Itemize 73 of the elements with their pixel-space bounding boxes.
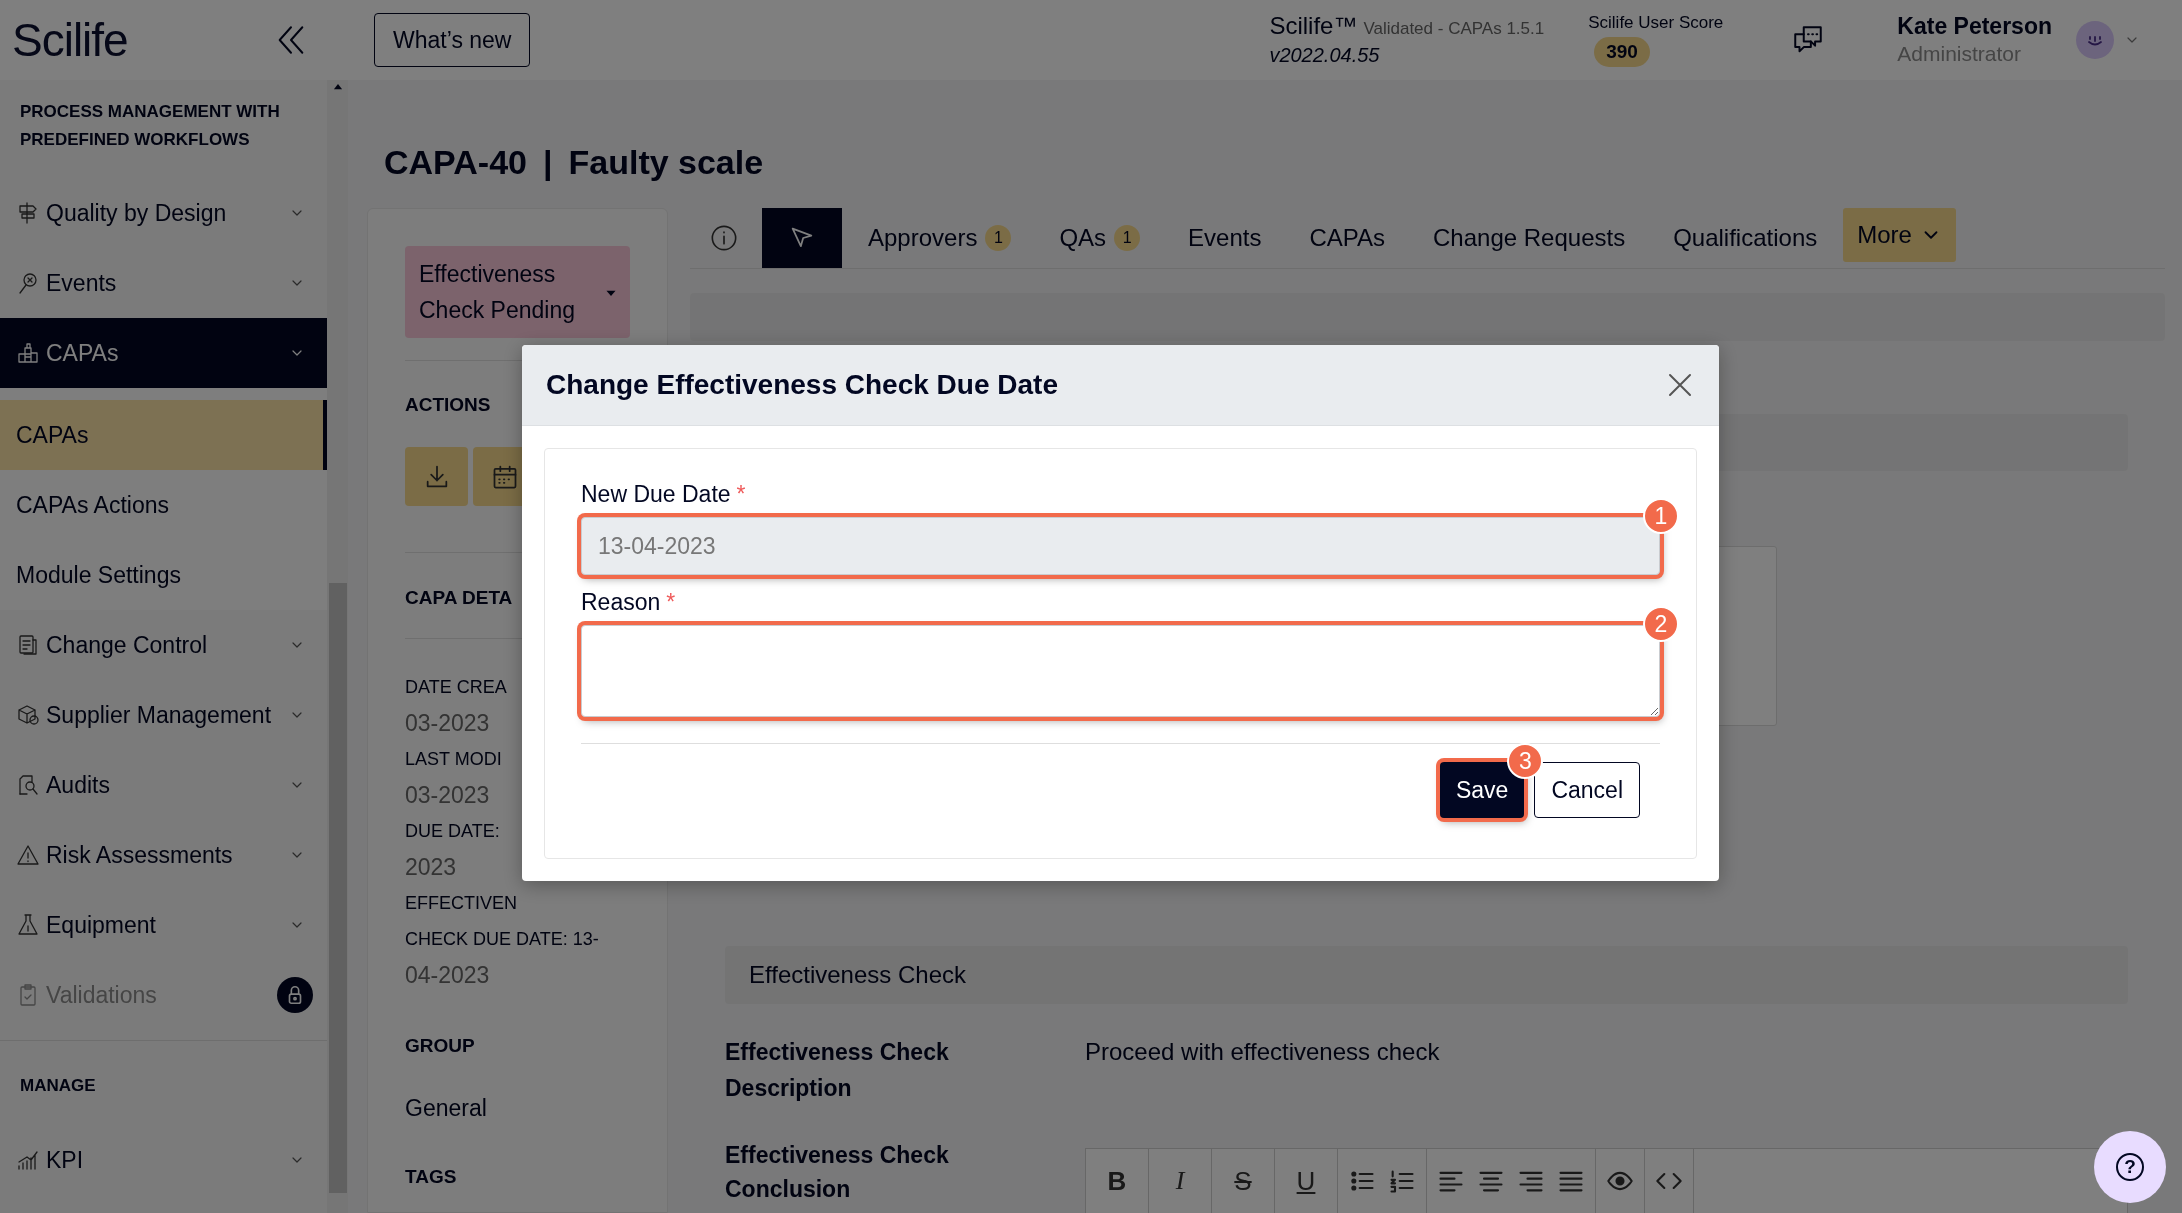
sidebar-item[interactable]: Risk Assessments <box>0 820 327 890</box>
section-header: Effectiveness Check <box>725 946 2128 1004</box>
score-badge: 390 <box>1594 37 1650 67</box>
version-label: v2022.04.55 <box>1269 42 1381 68</box>
warning-icon <box>16 843 40 867</box>
product-name: Scilife™ <box>1269 12 1358 39</box>
clipboard-icon <box>16 633 40 657</box>
puzzle-icon <box>16 341 40 365</box>
sidebar-item[interactable]: CAPAs <box>0 318 327 388</box>
user-role: Administrator <box>1897 41 2023 67</box>
score-label: Scilife User Score <box>1588 13 1724 33</box>
strike-button[interactable]: S <box>1222 1165 1264 1197</box>
step-marker: 1 <box>1643 498 1679 534</box>
scrollbar[interactable] <box>327 80 348 1213</box>
more-menu-button[interactable]: More <box>1843 208 1956 262</box>
dialog-title: Change Effectiveness Check Due Date <box>546 369 1058 401</box>
underline-button[interactable]: U <box>1285 1165 1327 1197</box>
document-search-icon <box>16 773 40 797</box>
section-heading: PROCESS MANAGEMENT WITH PREDEFINED WORKFLOWS <box>19 101 281 151</box>
sidebar-item[interactable]: Equipment <box>0 890 327 960</box>
avatar[interactable] <box>2076 21 2114 59</box>
count-badge: 1 <box>1114 225 1141 251</box>
section-heading: GROUP <box>405 1034 475 1058</box>
detail-value: 2023 <box>405 852 457 882</box>
section-heading: CAPA DETA <box>405 586 513 610</box>
italic-button[interactable]: I <box>1159 1166 1201 1196</box>
logo: Scilife <box>12 13 128 67</box>
detail-value: 03-2023 <box>405 708 490 738</box>
section-heading: ACTIONS <box>405 393 491 417</box>
sidebar-item[interactable]: KPI <box>0 1125 327 1195</box>
cancel-button[interactable]: Cancel <box>1534 762 1640 818</box>
sidebar-item[interactable]: Supplier Management <box>0 680 327 750</box>
tab[interactable]: CAPAs <box>1309 224 1386 252</box>
info-icon[interactable] <box>710 224 738 252</box>
tab[interactable]: Events <box>1188 224 1262 252</box>
flask-icon <box>16 913 40 937</box>
sidebar-subitem[interactable]: CAPAs <box>0 400 327 470</box>
sidebar-item[interactable]: Events <box>0 248 327 318</box>
detail-value: 04-2023 <box>405 960 490 990</box>
status-dropdown[interactable]: Effectiveness Check Pending <box>405 246 630 338</box>
page-title: CAPA-40 | Faulty scale <box>383 142 765 183</box>
tab[interactable]: QAs 1 <box>1059 224 1141 252</box>
sidebar-item[interactable]: Audits <box>0 750 327 820</box>
group-value: General <box>405 1094 488 1123</box>
detail-label: LAST MODI <box>405 747 502 771</box>
sidebar-item[interactable]: Change Control <box>0 610 327 680</box>
download-button[interactable] <box>405 447 468 506</box>
section-heading: TAGS <box>405 1165 457 1189</box>
whats-new-button[interactable]: What’s new <box>374 13 531 67</box>
tab[interactable]: Change Requests <box>1433 224 1626 252</box>
tab[interactable]: Approvers 1 <box>868 224 1012 252</box>
field-value: Proceed with effectiveness check <box>1085 1037 1440 1067</box>
lock-badge <box>277 977 313 1013</box>
section-heading: MANAGE <box>19 1075 97 1097</box>
detail-label: DATE CREA <box>405 675 507 699</box>
count-badge: 1 <box>985 225 1012 251</box>
user-name: Kate Peterson <box>1897 12 2052 40</box>
sidebar-item[interactable]: Quality by Design <box>0 178 327 248</box>
detail-label: EFFECTIVEN <box>405 891 517 915</box>
field-label: Reason * <box>581 588 677 617</box>
detail-label: CHECK DUE DATE: 13- <box>405 927 599 951</box>
tab[interactable]: Qualifications <box>1673 224 1818 252</box>
step-marker: 2 <box>1643 606 1679 642</box>
field-label: Effectiveness Check Conclusion <box>725 1141 950 1204</box>
field-label: Effectiveness Check Description <box>725 1038 950 1103</box>
validation-status: Validated - CAPAs 1.5.1 <box>1363 17 1545 40</box>
sidebar-subitem[interactable]: Module Settings <box>0 540 327 610</box>
sidebar-subitem[interactable]: CAPAs Actions <box>0 470 327 540</box>
box-icon <box>16 703 40 727</box>
detail-value: 03-2023 <box>405 780 490 810</box>
bold-button[interactable]: B <box>1096 1165 1138 1197</box>
field-label: New Due Date * <box>581 480 747 509</box>
detail-label: DUE DATE: <box>405 819 500 843</box>
